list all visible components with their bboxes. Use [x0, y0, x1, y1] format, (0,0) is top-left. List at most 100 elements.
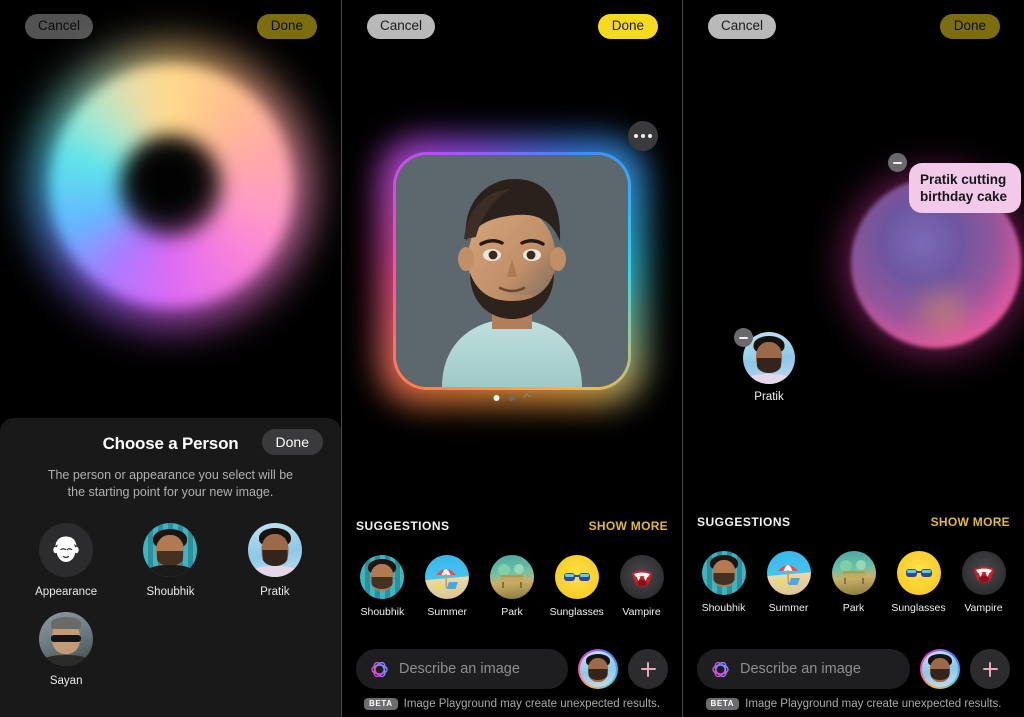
panel1-topbar: Cancel Done	[0, 0, 341, 48]
sunglasses-icon	[554, 555, 599, 599]
selected-person-avatar-button[interactable]	[920, 649, 960, 689]
done-button[interactable]: Done	[256, 14, 317, 39]
compose-bar: Describe an image BETA Image Playground	[683, 649, 1024, 717]
apple-intelligence-icon	[710, 659, 731, 680]
person-chip-label: Pratik	[754, 391, 784, 403]
person-label: Shoubhik	[146, 586, 195, 598]
suggestion-label: Park	[501, 606, 523, 618]
suggestion-label: Sunglasses	[891, 602, 946, 614]
avatar	[143, 523, 198, 577]
suggestions-row: Shoubhik Summer Park Sunglasses Vampire	[683, 551, 1024, 614]
suggestion-summer[interactable]: Summer	[418, 555, 476, 618]
page-dot[interactable]	[508, 394, 515, 401]
sunglasses-icon	[896, 551, 941, 595]
beach-umbrella-icon	[425, 555, 470, 599]
beta-text: Image Playground may create unexpected r…	[403, 698, 660, 710]
image-playground-screenshot-strip: Cancel Done Choose a Person Done The per…	[0, 0, 1024, 717]
person-option-appearance[interactable]: Appearance	[14, 523, 118, 598]
generated-image-card[interactable]	[379, 138, 645, 404]
input-placeholder: Describe an image	[740, 661, 861, 677]
park-bench-icon	[489, 555, 534, 599]
suggestions-header: SUGGESTIONS SHOW MORE	[342, 519, 682, 533]
suggestion-label: Vampire	[964, 602, 1003, 614]
face-outline-icon	[39, 523, 94, 577]
person-avatar-icon	[922, 651, 958, 687]
sheet-header: Choose a Person Done	[0, 418, 341, 470]
suggestions-header: SUGGESTIONS SHOW MORE	[683, 515, 1024, 529]
prompt-chip[interactable]: Pratik cutting birthday cake	[909, 163, 1021, 213]
vampire-mouth-icon	[619, 555, 664, 599]
beta-badge: BETA	[364, 698, 398, 710]
suggestion-label: Shoubhik	[360, 606, 405, 618]
describe-image-input[interactable]: Describe an image	[356, 649, 568, 689]
gradient-orb-graphic	[32, 48, 309, 324]
done-button[interactable]: Done	[939, 14, 1000, 39]
suggestion-label: Summer	[768, 602, 809, 614]
suggestion-vampire[interactable]: Vampire	[955, 551, 1013, 614]
beta-text: Image Playground may create unexpected r…	[745, 698, 1002, 710]
person-option-sayan[interactable]: Sayan	[14, 612, 118, 687]
person-avatar-icon	[360, 555, 405, 599]
beach-umbrella-icon	[766, 551, 811, 595]
person-label: Appearance	[35, 586, 98, 598]
selected-person-avatar-button[interactable]	[578, 649, 618, 689]
panel2-topbar: Cancel Done	[342, 0, 682, 48]
orb-center-hole	[118, 134, 223, 238]
suggestion-label: Sunglasses	[549, 606, 604, 618]
beta-badge: BETA	[705, 698, 740, 710]
suggestion-sunglasses[interactable]: Sunglasses	[890, 551, 948, 614]
suggestion-label: Vampire	[622, 606, 661, 618]
person-option-pratik[interactable]: Pratik	[223, 523, 327, 598]
beta-disclaimer: BETA Image Playground may create unexpec…	[683, 698, 1024, 717]
cancel-button[interactable]: Cancel	[25, 14, 94, 39]
suggestion-summer[interactable]: Summer	[760, 551, 818, 614]
describe-image-input[interactable]: Describe an image	[697, 649, 910, 689]
minus-icon	[739, 336, 748, 339]
add-button[interactable]	[970, 649, 1010, 689]
avatar	[247, 523, 302, 577]
page-indicator[interactable]	[493, 392, 532, 403]
panel-prompt-editing: Cancel Done Pratik cutting birthday cake…	[682, 0, 1024, 717]
person-avatar-icon	[701, 551, 746, 595]
suggestions-title: SUGGESTIONS	[697, 515, 791, 529]
remove-prompt-button[interactable]	[888, 153, 907, 172]
generated-portrait	[396, 155, 628, 387]
panel-choose-person: Cancel Done Choose a Person Done The per…	[0, 0, 341, 717]
page-dot-active[interactable]	[493, 394, 500, 401]
done-button[interactable]: Done	[597, 14, 658, 39]
suggestion-label: Shoubhik	[701, 602, 746, 614]
panel3-topbar: Cancel Done	[683, 0, 1024, 48]
page-dot-loading	[522, 392, 532, 403]
compose-bar: Describe an image BETA Image Playground	[342, 649, 682, 717]
apple-intelligence-icon	[369, 659, 390, 680]
show-more-button[interactable]: SHOW MORE	[589, 519, 668, 533]
suggestion-vampire[interactable]: Vampire	[613, 555, 671, 618]
person-option-shoubhik[interactable]: Shoubhik	[118, 523, 222, 598]
remove-person-button[interactable]	[734, 328, 753, 347]
beta-disclaimer: BETA Image Playground may create unexpec…	[342, 698, 682, 717]
person-avatar-icon	[580, 651, 616, 687]
suggestion-park[interactable]: Park	[483, 555, 541, 618]
suggestion-shoubhik[interactable]: Shoubhik	[353, 555, 411, 618]
panel-generated-image: Cancel Done SUGGESTIONS SHOW MORE Shoubh…	[341, 0, 682, 717]
person-label: Pratik	[260, 586, 290, 598]
add-button[interactable]	[628, 649, 668, 689]
suggestion-label: Park	[842, 602, 865, 614]
sheet-subtitle: The person or appearance you select will…	[47, 468, 294, 499]
show-more-button[interactable]: SHOW MORE	[931, 515, 1010, 529]
ellipsis-icon[interactable]	[628, 121, 658, 151]
park-bench-icon	[831, 551, 876, 595]
suggestion-shoubhik[interactable]: Shoubhik	[695, 551, 753, 614]
suggestion-park[interactable]: Park	[825, 551, 883, 614]
suggestions-row: Shoubhik Summer Park Sunglasses Vampire	[342, 555, 682, 618]
suggestion-label: Summer	[427, 606, 468, 618]
minus-icon	[893, 161, 902, 164]
suggestion-sunglasses[interactable]: Sunglasses	[548, 555, 606, 618]
cancel-button[interactable]: Cancel	[367, 14, 436, 39]
input-placeholder: Describe an image	[399, 661, 520, 677]
person-grid: Appearance Shoubhik Pratik Sayan	[0, 523, 341, 687]
sheet-done-button[interactable]: Done	[261, 429, 323, 455]
orb-warm-highlight	[898, 285, 988, 340]
cancel-button[interactable]: Cancel	[708, 14, 777, 39]
vampire-mouth-icon	[961, 551, 1006, 595]
